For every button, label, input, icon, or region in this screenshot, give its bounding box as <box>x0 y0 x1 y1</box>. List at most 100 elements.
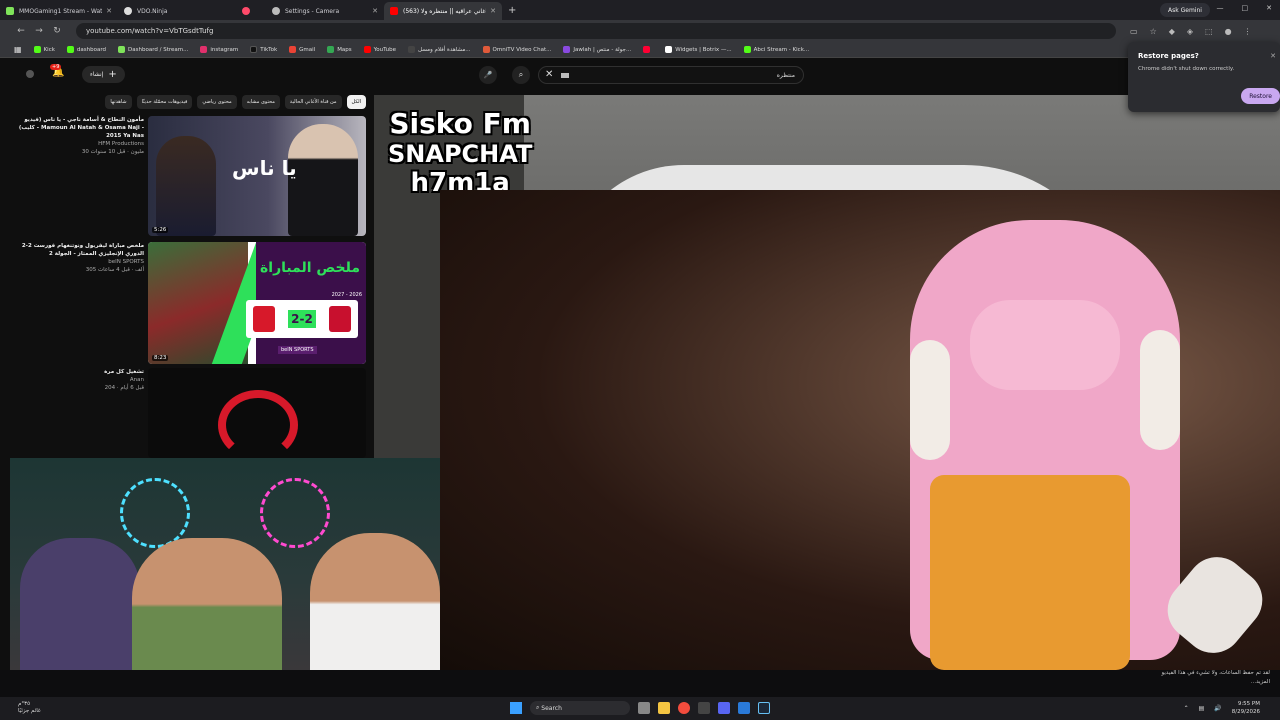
video-thumbnail[interactable]: يا ناس 5:26 <box>148 116 366 236</box>
bookmark-item[interactable]: مشاهدة أفلام ومسل... <box>408 46 471 53</box>
bookmark-item[interactable]: Jawlah | جولة - منتص... <box>563 46 631 53</box>
facecam-feed <box>10 458 440 703</box>
season-label: 2027 - 2026 <box>331 292 362 298</box>
vdo-favicon-icon <box>124 7 132 15</box>
tab-recording[interactable] <box>236 2 266 20</box>
tab-youtube[interactable]: (563) اغاني عراقيه || منتظره ولا ✕ <box>384 2 502 20</box>
tab-close-icon[interactable]: ✕ <box>490 7 496 15</box>
notifications-bell-icon[interactable]: 🔔 +9 <box>50 64 64 78</box>
voice-search-mic-icon[interactable]: 🎤 <box>479 66 497 84</box>
tab-mmogaming[interactable]: MMOGaming1 Stream - Watc ✕ <box>0 2 118 20</box>
keyboard-icon[interactable] <box>561 73 569 78</box>
bookmark-item[interactable]: instagram <box>200 46 238 53</box>
maximize-button[interactable]: □ <box>1242 4 1249 12</box>
shield-icon[interactable]: ◈ <box>1187 27 1193 36</box>
file-explorer-icon[interactable] <box>658 702 670 714</box>
url-text: youtube.com/watch?v=VbTGsdtTufg <box>86 27 214 35</box>
channel-name[interactable]: beIN SPORTS <box>10 258 144 266</box>
bookmark-item[interactable]: Kick <box>33 46 55 53</box>
steam-icon[interactable] <box>758 702 770 714</box>
channel-name[interactable]: Anan <box>10 376 144 384</box>
search-icon[interactable]: ⌕ <box>512 66 530 84</box>
avatar[interactable] <box>26 70 34 78</box>
cast-icon[interactable]: ▭ <box>1130 27 1138 36</box>
chip-similar[interactable]: محتوى مشابه <box>241 95 280 109</box>
system-tray: ⌃ ▤ 🔊 9:55 PM 8/29/2026 <box>1184 700 1260 716</box>
video-thumbnail[interactable]: ملخص المباراة 2027 - 2026 2-2 beIN SPORT… <box>148 242 366 364</box>
reload-icon[interactable]: ↻ <box>48 26 66 36</box>
bookmarks-bar: ▦ Kick dashboard Dashboard / Stream... i… <box>0 42 1280 58</box>
bookmark-item[interactable]: Abci Stream - Kick... <box>743 46 810 53</box>
bookmark-favicon-icon <box>563 46 571 53</box>
apps-grid-icon[interactable]: ▦ <box>14 45 22 54</box>
bookmark-item[interactable]: Dashboard / Stream... <box>118 46 188 53</box>
volume-icon[interactable]: 🔊 <box>1214 705 1221 712</box>
taskbar-search[interactable]: ⌕ Search <box>530 701 630 715</box>
create-button[interactable]: إنشاء + <box>82 66 125 83</box>
caption-more[interactable]: ...المزيد <box>1251 679 1270 685</box>
recommended-video[interactable]: ملخص المباراة 2027 - 2026 2-2 beIN SPORT… <box>10 242 366 364</box>
chip-from-channel[interactable]: من قناة الأغاني الحالية <box>284 95 342 109</box>
back-arrow-icon[interactable]: ← <box>12 26 30 36</box>
bookmark-item[interactable] <box>643 46 653 53</box>
plus-icon: + <box>108 69 117 80</box>
discord-icon[interactable] <box>718 702 730 714</box>
bookmark-label: Abci Stream - Kick... <box>753 46 810 53</box>
chip-sports[interactable]: محتوى رياضي <box>197 95 237 109</box>
minimize-button[interactable]: — <box>1217 4 1224 12</box>
clear-search-icon[interactable]: ✕ <box>545 69 553 80</box>
video-duration: 5:26 <box>152 227 169 233</box>
close-icon[interactable]: ✕ <box>1270 52 1276 60</box>
video-title[interactable]: تشغيل كل مرة <box>10 368 144 376</box>
puzzle-icon[interactable]: ⬚ <box>1205 27 1213 36</box>
video-title[interactable]: مأمون النطاح & أسامة ناجي - يا ناس (فيدي… <box>10 116 144 140</box>
weather-widget[interactable]: ٣٥°م غائم جزئيًا <box>18 701 41 715</box>
tab-vdo-ninja[interactable]: VDO.Ninja <box>118 2 236 20</box>
menu-dots-icon[interactable]: ⋮ <box>1244 27 1252 36</box>
youtube-icon <box>363 46 371 53</box>
bookmark-item[interactable]: TikTok <box>250 46 277 53</box>
bookmark-label: dashboard <box>76 46 107 53</box>
xbox-icon[interactable] <box>698 702 710 714</box>
photos-icon[interactable] <box>738 702 750 714</box>
windows-start-icon[interactable] <box>510 702 522 714</box>
bookmark-item[interactable]: Maps <box>327 46 352 53</box>
chip-all[interactable]: الكل <box>346 95 366 109</box>
profile-icon[interactable]: ● <box>1225 27 1232 36</box>
address-bar[interactable]: youtube.com/watch?v=VbTGsdtTufg <box>76 23 1116 39</box>
chrome-icon[interactable] <box>678 702 690 714</box>
bookmark-item[interactable]: YouTube <box>363 46 396 53</box>
video-thumbnail[interactable] <box>148 368 366 458</box>
restore-button[interactable]: Restore <box>1241 88 1280 104</box>
bookmark-label: Gmail <box>299 46 316 53</box>
weather-desc: غائم جزئيًا <box>18 708 41 714</box>
bookmark-star-icon[interactable]: ☆ <box>1150 27 1157 36</box>
new-tab-button[interactable]: + <box>508 5 516 16</box>
channel-name[interactable]: HFM Productions <box>10 140 144 148</box>
tab-close-icon[interactable]: ✕ <box>106 7 112 15</box>
close-window-button[interactable]: ✕ <box>1266 4 1272 12</box>
bookmark-item[interactable]: dashboard <box>66 46 107 53</box>
clock-date: 8/29/2026 <box>1231 709 1260 715</box>
chip-recent[interactable]: فيديوهات محمّلة حديثًا <box>136 95 193 109</box>
recommended-video[interactable]: تشغيل كل مرة Anan 204 · قبل 6 أيام <box>10 368 366 458</box>
extension-icon[interactable]: ◆ <box>1169 27 1175 36</box>
chevron-up-icon[interactable]: ⌃ <box>1184 705 1189 712</box>
tab-settings-camera[interactable]: Settings - Camera ✕ <box>266 2 384 20</box>
forward-arrow-icon[interactable]: → <box>30 26 48 36</box>
bookmark-favicon-icon <box>408 46 416 53</box>
bookmark-item[interactable]: Gmail <box>289 46 315 53</box>
kick-icon <box>743 46 751 53</box>
chip-watched[interactable]: شاهدتها <box>105 95 132 109</box>
bookmark-item[interactable]: OmniTV Video Chat... <box>482 46 551 53</box>
task-view-icon[interactable] <box>638 702 650 714</box>
ask-gemini-button[interactable]: Ask Gemini <box>1160 3 1210 17</box>
search-input[interactable]: ✕ منتظره <box>538 66 804 84</box>
chair-white-wing-right <box>1140 330 1180 450</box>
network-icon[interactable]: ▤ <box>1199 705 1205 712</box>
clock[interactable]: 9:55 PM 8/29/2026 <box>1232 700 1260 716</box>
tab-close-icon[interactable]: ✕ <box>372 7 378 15</box>
video-title[interactable]: ملخص مباراة ليفربول ونوتنغهام فورست 2-2 … <box>10 242 144 258</box>
recommended-video[interactable]: يا ناس 5:26 مأمون النطاح & أسامة ناجي - … <box>10 116 366 236</box>
bookmark-item[interactable]: Widgets | Botrix —... <box>665 46 732 53</box>
